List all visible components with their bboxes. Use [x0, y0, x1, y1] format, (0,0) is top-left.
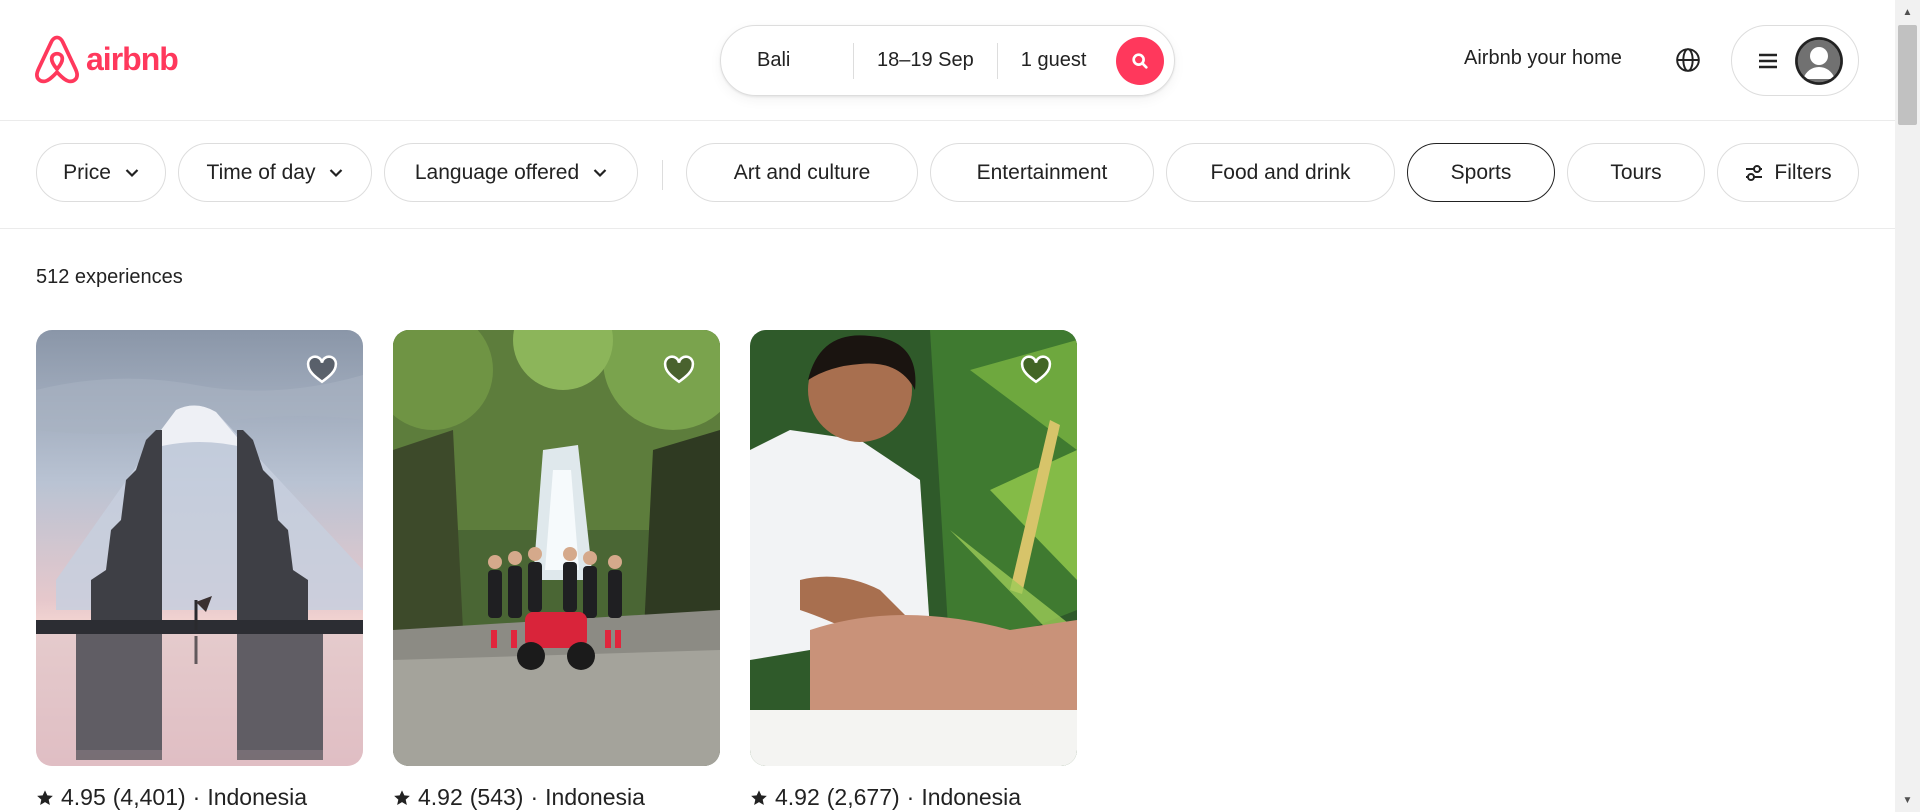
- language-offered-filter-dropdown[interactable]: Language offered: [384, 143, 638, 202]
- airbnb-logo-icon: [35, 35, 79, 84]
- top-header: airbnb Bali 18–19 Sep 1 guest Airbnb you…: [0, 0, 1895, 121]
- star-icon: [37, 789, 53, 805]
- category-food-and-drink[interactable]: Food and drink: [1166, 143, 1395, 202]
- chip-label: Price: [63, 160, 111, 184]
- heart-outline-icon[interactable]: [662, 352, 696, 386]
- chevron-down-icon: [125, 168, 139, 177]
- chip-label: Art and culture: [733, 160, 871, 184]
- review-count: (4,401): [112, 784, 186, 810]
- search-location[interactable]: Bali: [721, 26, 853, 95]
- meta-separator: ·: [530, 784, 539, 810]
- review-count: (543): [469, 784, 524, 810]
- review-count: (2,677): [826, 784, 900, 810]
- chip-label: Time of day: [206, 160, 316, 184]
- user-avatar-icon: [1795, 36, 1843, 85]
- experience-photo[interactable]: [36, 330, 363, 766]
- rating-value: 4.92: [775, 784, 820, 810]
- category-art-and-culture[interactable]: Art and culture: [686, 143, 918, 202]
- chip-label: Language offered: [414, 160, 580, 184]
- scroll-down-arrow-icon[interactable]: ▼: [1895, 791, 1920, 809]
- scroll-up-arrow-icon[interactable]: ▲: [1895, 3, 1920, 21]
- price-filter-dropdown[interactable]: Price: [36, 143, 166, 202]
- experience-photo[interactable]: [750, 330, 1077, 766]
- chip-label: Sports: [1450, 160, 1512, 184]
- airbnb-logo[interactable]: airbnb: [34, 34, 179, 84]
- experience-location: Indonesia: [921, 784, 1022, 810]
- category-tours[interactable]: Tours: [1567, 143, 1705, 202]
- filters-button[interactable]: Filters: [1717, 143, 1859, 202]
- chip-label: Entertainment: [976, 160, 1108, 184]
- experience-rating-row: 4.92 (543) · Indonesia: [393, 784, 720, 811]
- brand-name: airbnb: [86, 40, 179, 77]
- experience-location: Indonesia: [545, 784, 645, 810]
- category-sports[interactable]: Sports: [1407, 143, 1555, 202]
- user-menu-button[interactable]: [1731, 25, 1859, 96]
- search-bar[interactable]: Bali 18–19 Sep 1 guest: [720, 25, 1175, 96]
- experience-card[interactable]: 4.95 (4,401) · Indonesia: [36, 330, 363, 811]
- experience-rating-row: 4.92 (2,677) · Indonesia: [750, 784, 1077, 811]
- experience-photo[interactable]: [393, 330, 720, 766]
- rating-value: 4.95: [61, 784, 106, 810]
- rating-value: 4.92: [418, 784, 463, 810]
- search-button[interactable]: [1116, 37, 1164, 85]
- experience-card[interactable]: 4.92 (543) · Indonesia: [393, 330, 720, 811]
- chevron-down-icon: [593, 168, 607, 177]
- search-dates[interactable]: 18–19 Sep: [854, 26, 997, 95]
- chip-label: Tours: [1610, 160, 1662, 184]
- experience-rating-row: 4.95 (4,401) · Indonesia: [36, 784, 363, 811]
- time-of-day-filter-dropdown[interactable]: Time of day: [178, 143, 372, 202]
- star-icon: [751, 789, 767, 805]
- experience-location: Indonesia: [207, 784, 308, 810]
- search-icon: [1132, 53, 1148, 69]
- experience-card[interactable]: 4.92 (2,677) · Indonesia: [750, 330, 1077, 811]
- chip-label: Filters: [1774, 160, 1832, 184]
- meta-separator: ·: [906, 784, 915, 810]
- category-entertainment[interactable]: Entertainment: [930, 143, 1154, 202]
- scroll-thumb[interactable]: [1898, 25, 1917, 125]
- globe-icon[interactable]: [1675, 47, 1701, 73]
- heart-outline-icon[interactable]: [1019, 352, 1053, 386]
- sliders-icon: [1746, 164, 1763, 181]
- star-icon: [394, 789, 410, 805]
- results-count: 512 experiences: [36, 266, 183, 288]
- hamburger-menu-icon: [1759, 53, 1777, 68]
- filter-bar: Price Time of day Language offered Art a…: [0, 121, 1895, 229]
- heart-outline-icon[interactable]: [305, 352, 339, 386]
- meta-separator: ·: [192, 784, 201, 810]
- search-guests[interactable]: 1 guest: [998, 26, 1110, 95]
- chevron-down-icon: [330, 168, 343, 177]
- chip-label: Food and drink: [1210, 160, 1351, 184]
- filter-divider: [662, 160, 663, 190]
- page-scrollbar[interactable]: ▲ ▼: [1895, 0, 1920, 812]
- airbnb-your-home-link[interactable]: Airbnb your home: [1464, 47, 1622, 70]
